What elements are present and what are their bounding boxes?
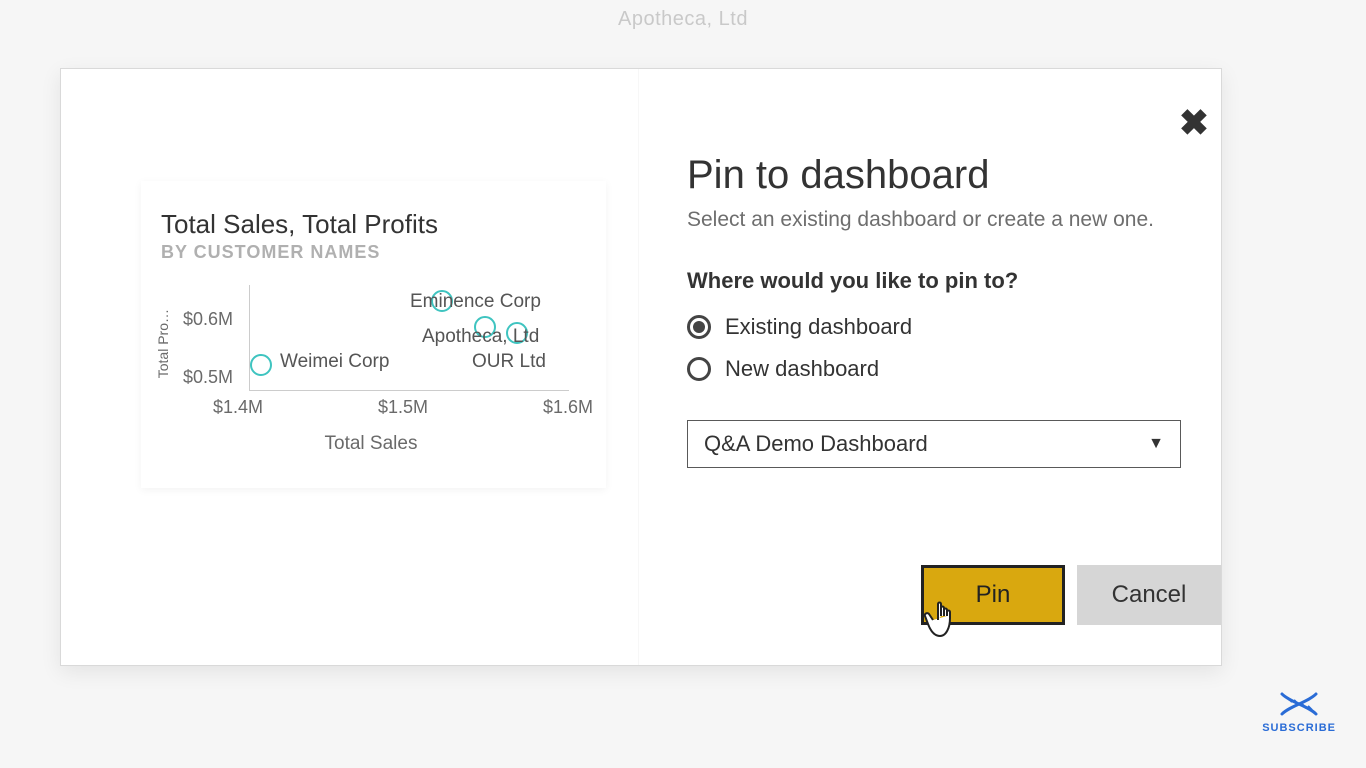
radio-label: New dashboard [725,356,879,382]
radio-icon [687,315,711,339]
chart-label-weimei: Weimei Corp [280,351,389,373]
radio-label: Existing dashboard [725,314,912,340]
subscribe-badge[interactable]: SUBSCRIBE [1262,690,1336,734]
chart-x-tick: $1.4M [213,397,263,418]
chart-axes: Eminence Corp Apotheca, Ltd Weimei Corp … [249,285,569,391]
chart-label-our: OUR Ltd [472,351,546,373]
dna-icon [1278,690,1320,718]
chart-label-eminence: Eminence Corp [410,291,541,313]
dialog-subtitle: Select an existing dashboard or create a… [687,208,1181,232]
dashboard-select-value: Q&A Demo Dashboard [704,431,928,457]
close-icon[interactable]: ✖ [1179,105,1209,141]
chart-y-axis-label: Total Pro… [155,309,171,378]
pin-target-radio-group: Existing dashboard New dashboard [687,306,1181,390]
subscribe-label: SUBSCRIBE [1262,722,1336,734]
chart-label-apotheca: Apotheca, Ltd [422,326,539,348]
chart-x-tick: $1.6M [543,397,593,418]
chart-preview-card: Total Sales, Total Profits BY CUSTOMER N… [141,181,606,488]
cancel-button[interactable]: Cancel [1077,565,1221,625]
dialog-form-pane: ✖ Pin to dashboard Select an existing da… [639,69,1237,665]
radio-existing-dashboard[interactable]: Existing dashboard [687,306,1181,348]
chart-x-ticks: $1.4M $1.5M $1.6M [213,397,593,418]
chart-point-weimei [250,354,272,376]
dialog-title: Pin to dashboard [687,153,1181,198]
dialog-preview-pane: Total Sales, Total Profits BY CUSTOMER N… [61,69,639,665]
chart-y-tick: $0.5M [183,367,233,388]
chart-title: Total Sales, Total Profits [161,209,586,240]
chart-plot-area: Total Pro… $0.6M $0.5M Eminence Corp Apo… [161,281,581,431]
dialog-question: Where would you like to pin to? [687,268,1181,294]
chart-y-tick: $0.6M [183,309,233,330]
background-breadcrumb: Apotheca, Ltd [618,8,748,31]
radio-new-dashboard[interactable]: New dashboard [687,348,1181,390]
dialog-actions: Pin Cancel [921,565,1221,625]
chevron-down-icon: ▼ [1148,435,1164,453]
pin-to-dashboard-dialog: Total Sales, Total Profits BY CUSTOMER N… [60,68,1222,666]
chart-x-tick: $1.5M [378,397,428,418]
dashboard-select[interactable]: Q&A Demo Dashboard ▼ [687,420,1181,468]
chart-x-axis-label: Total Sales [161,433,581,455]
chart-subtitle: BY CUSTOMER NAMES [161,242,586,263]
pin-button[interactable]: Pin [921,565,1065,625]
radio-icon [687,357,711,381]
